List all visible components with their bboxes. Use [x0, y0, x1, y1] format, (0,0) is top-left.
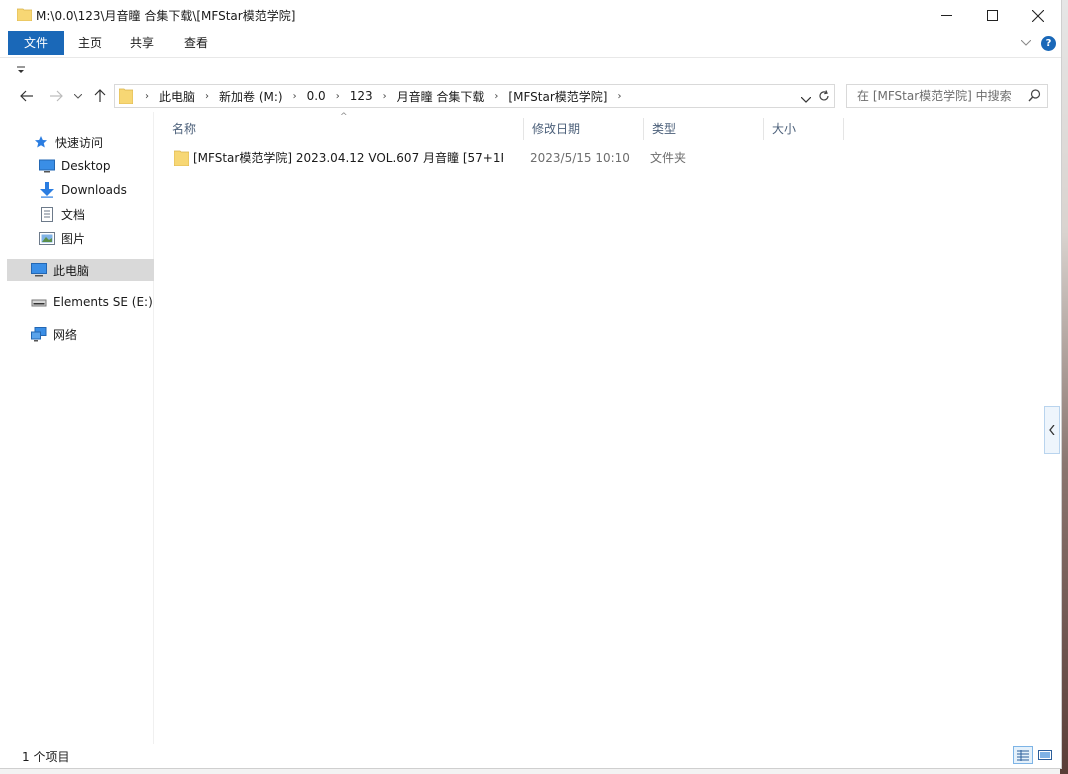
breadcrumb-folder-current[interactable]: [MFStar模范学院] [500, 88, 615, 105]
desktop-icon [39, 158, 55, 174]
chevron-down-icon [800, 96, 812, 103]
breadcrumb-drive[interactable]: 新加卷 (M:) [211, 88, 291, 105]
quick-access-toolbar [0, 58, 1061, 80]
arrow-up-icon [94, 89, 106, 102]
breadcrumb-folder-collection[interactable]: 月音瞳 合集下载 [389, 88, 493, 105]
address-row: › 此电脑 › 新加卷 (M:) › 0.0 › 123 › 月音瞳 合集下载 … [0, 80, 1061, 112]
close-icon [1032, 9, 1044, 22]
nav-label: Elements SE (E:) [53, 295, 153, 309]
search-icon[interactable] [1028, 89, 1041, 105]
breadcrumb-separator[interactable]: › [203, 91, 211, 102]
refresh-icon [819, 90, 829, 101]
nav-label: 此电脑 [53, 263, 90, 278]
recent-locations-button[interactable] [70, 84, 86, 108]
large-icons-view-button[interactable] [1035, 746, 1055, 764]
address-dropdown-button[interactable] [800, 92, 812, 106]
navigation-pane: 快速访问 Desktop 📌 Downloads 📌 文档 📌 [7, 112, 179, 744]
table-row[interactable]: [MFStar模范学院] 2023.04.12 VOL.607 月音瞳 [57+… [170, 148, 850, 168]
search-input[interactable] [855, 87, 1029, 105]
preview-pane-toggle[interactable] [1044, 406, 1060, 454]
tab-share[interactable]: 共享 [120, 31, 164, 55]
ribbon: 文件 主页 共享 查看 ? [0, 31, 1061, 58]
minimize-button[interactable] [923, 0, 969, 31]
refresh-button[interactable] [814, 84, 835, 108]
arrow-right-icon [50, 90, 63, 102]
folder-icon [119, 88, 133, 104]
nav-label: 图片 [61, 231, 86, 246]
breadcrumb-separator[interactable]: › [143, 91, 151, 102]
tab-file[interactable]: 文件 [8, 31, 64, 55]
file-date: 2023/5/15 10:10 [530, 151, 630, 165]
folder-icon [174, 150, 189, 166]
chevron-left-icon [1049, 425, 1055, 435]
star-icon [33, 134, 49, 150]
details-view-button[interactable] [1013, 746, 1033, 764]
breadcrumb-separator[interactable]: › [291, 91, 299, 102]
breadcrumb-folder-123[interactable]: 123 [342, 89, 381, 103]
maximize-icon [986, 10, 998, 21]
breadcrumb-separator[interactable]: › [381, 91, 389, 102]
nav-label: 文档 [61, 207, 86, 222]
breadcrumb-this-pc[interactable]: 此电脑 [151, 88, 203, 105]
file-type: 文件夹 [650, 151, 687, 165]
file-name: [MFStar模范学院] 2023.04.12 VOL.607 月音瞳 [57+… [193, 151, 503, 165]
large-icons-view-icon [1038, 750, 1052, 760]
item-count: 1 个项目 [22, 750, 70, 764]
document-icon [39, 206, 55, 222]
nav-network[interactable]: 网络 [7, 323, 175, 345]
tab-view[interactable]: 查看 [174, 31, 218, 55]
column-header-type[interactable]: 类型 [644, 118, 764, 140]
downloads-icon [39, 182, 55, 198]
nav-label: Desktop [61, 159, 111, 173]
customize-toolbar-button[interactable] [16, 64, 26, 74]
ribbon-expand-button[interactable] [1019, 36, 1033, 50]
help-icon[interactable]: ? [1041, 36, 1056, 51]
computer-icon [31, 262, 47, 278]
file-list: ^ 名称 修改日期 类型 大小 [MFStar模范学院] 2023.04.12 … [154, 112, 1061, 744]
close-button[interactable] [1015, 0, 1061, 31]
breadcrumb-folder-00[interactable]: 0.0 [299, 89, 334, 103]
column-header-date[interactable]: 修改日期 [524, 118, 644, 140]
breadcrumb-separator[interactable]: › [334, 91, 342, 102]
minimize-icon [940, 15, 952, 16]
breadcrumb-separator[interactable]: › [492, 91, 500, 102]
arrow-left-icon [20, 90, 33, 102]
nav-quick-access[interactable]: 快速访问 [7, 131, 177, 153]
column-header-name[interactable]: 名称 [164, 118, 524, 140]
chevron-down-icon [1021, 40, 1031, 46]
search-box[interactable] [846, 84, 1048, 108]
title-bar: M:\0.0\123\月音瞳 合集下载\[MFStar模范学院] [0, 0, 1061, 31]
nav-label: Downloads [61, 183, 127, 197]
column-header-size[interactable]: 大小 [764, 118, 844, 140]
drive-icon [31, 294, 47, 310]
nav-label: 网络 [53, 327, 78, 342]
folder-icon [17, 8, 32, 21]
back-button[interactable] [16, 84, 38, 108]
details-view-icon [1017, 750, 1029, 761]
chevron-down-icon [74, 93, 82, 99]
status-bar: 1 个项目 [0, 744, 1061, 768]
address-bar[interactable]: › 此电脑 › 新加卷 (M:) › 0.0 › 123 › 月音瞳 合集下载 … [114, 84, 816, 108]
picture-icon [39, 230, 55, 246]
maximize-button[interactable] [969, 0, 1015, 31]
explorer-window: M:\0.0\123\月音瞳 合集下载\[MFStar模范学院] 文件 主页 共… [0, 0, 1062, 769]
nav-label: 快速访问 [55, 135, 104, 150]
window-title: M:\0.0\123\月音瞳 合集下载\[MFStar模范学院] [36, 9, 296, 23]
nav-this-pc[interactable]: 此电脑 [7, 259, 175, 281]
up-button[interactable] [89, 84, 111, 108]
breadcrumb-separator[interactable]: › [615, 91, 623, 102]
tab-home[interactable]: 主页 [68, 31, 112, 55]
network-icon [31, 326, 47, 342]
file-size [770, 148, 840, 168]
nav-drive[interactable]: Elements SE (E:) [7, 291, 175, 313]
dropdown-icon [17, 66, 25, 73]
forward-button[interactable] [45, 84, 67, 108]
